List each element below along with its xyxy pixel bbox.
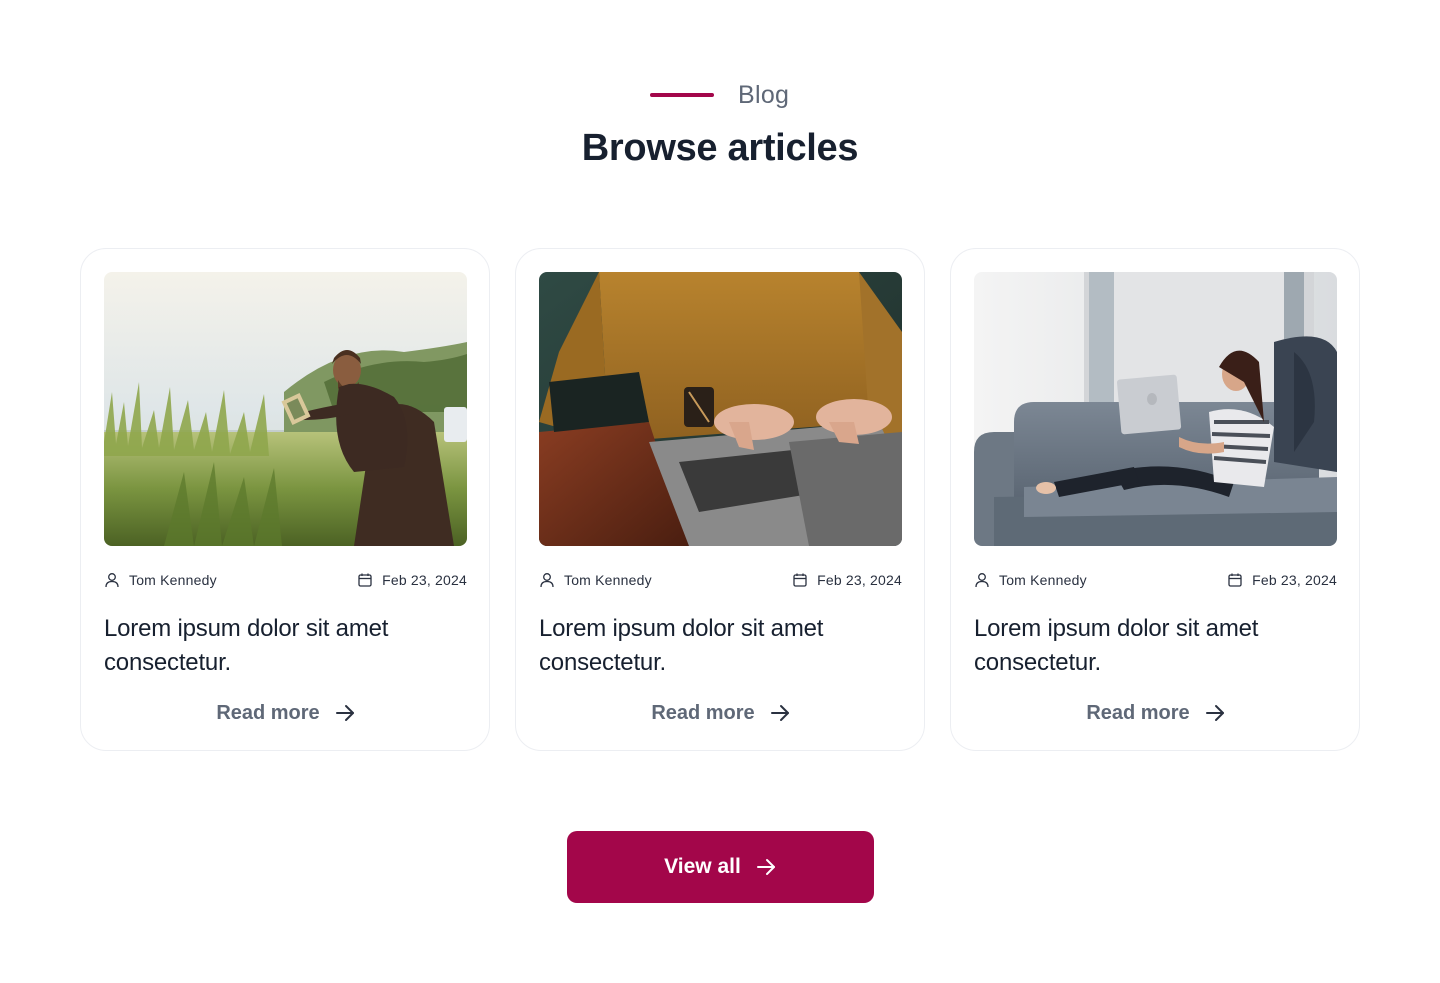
article-photo (974, 272, 1337, 546)
author-name: Tom Kennedy (564, 572, 652, 588)
article-card[interactable]: Tom Kennedy Feb 23, 2024 Lorem ipsum dol… (950, 248, 1360, 751)
arrow-right-icon (756, 859, 775, 875)
date-text: Feb 23, 2024 (382, 572, 467, 588)
article-title[interactable]: Lorem ipsum dolor sit amet consectetur. (539, 612, 902, 680)
author-name: Tom Kennedy (129, 572, 217, 588)
article-date: Feb 23, 2024 (792, 571, 902, 589)
article-title[interactable]: Lorem ipsum dolor sit amet consectetur. (104, 612, 467, 680)
read-more-link[interactable]: Read more (81, 701, 491, 725)
article-title[interactable]: Lorem ipsum dolor sit amet consectetur. (974, 612, 1337, 680)
read-more-link[interactable]: Read more (951, 701, 1361, 725)
view-all-label: View all (664, 855, 741, 878)
user-icon (975, 573, 989, 588)
article-card[interactable]: Tom Kennedy Feb 23, 2024 Lorem ipsum dol… (80, 248, 490, 751)
calendar-icon (793, 573, 807, 587)
page-title: Browse articles (581, 127, 859, 169)
read-more-label: Read more (651, 702, 755, 724)
read-more-label: Read more (216, 702, 320, 724)
eyebrow-label: Blog (738, 81, 790, 109)
article-date: Feb 23, 2024 (357, 571, 467, 589)
read-more-link[interactable]: Read more (516, 701, 926, 725)
arrow-right-icon (1205, 705, 1224, 721)
article-photo (539, 272, 902, 546)
article-author: Tom Kennedy (104, 571, 217, 589)
article-image-sofa-laptop[interactable] (974, 272, 1337, 546)
article-meta: Tom Kennedy Feb 23, 2024 (974, 571, 1337, 589)
article-photo (104, 272, 467, 546)
calendar-icon (358, 573, 372, 587)
date-text: Feb 23, 2024 (1252, 572, 1337, 588)
section-eyebrow: Blog (0, 80, 1440, 110)
article-author: Tom Kennedy (974, 571, 1087, 589)
article-card[interactable]: Tom Kennedy Feb 23, 2024 Lorem ipsum dol… (515, 248, 925, 751)
article-meta: Tom Kennedy Feb 23, 2024 (104, 571, 467, 589)
view-all-button[interactable]: View all (567, 831, 874, 903)
arrow-right-icon (335, 705, 354, 721)
article-image-laptop-typing[interactable] (539, 272, 902, 546)
eyebrow-accent-line (650, 93, 714, 97)
read-more-label: Read more (1086, 702, 1190, 724)
arrow-right-icon (770, 705, 789, 721)
author-name: Tom Kennedy (999, 572, 1087, 588)
user-icon (105, 573, 119, 588)
article-date: Feb 23, 2024 (1227, 571, 1337, 589)
user-icon (540, 573, 554, 588)
calendar-icon (1228, 573, 1242, 587)
article-meta: Tom Kennedy Feb 23, 2024 (539, 571, 902, 589)
article-author: Tom Kennedy (539, 571, 652, 589)
date-text: Feb 23, 2024 (817, 572, 902, 588)
article-image-grass-reader[interactable] (104, 272, 467, 546)
